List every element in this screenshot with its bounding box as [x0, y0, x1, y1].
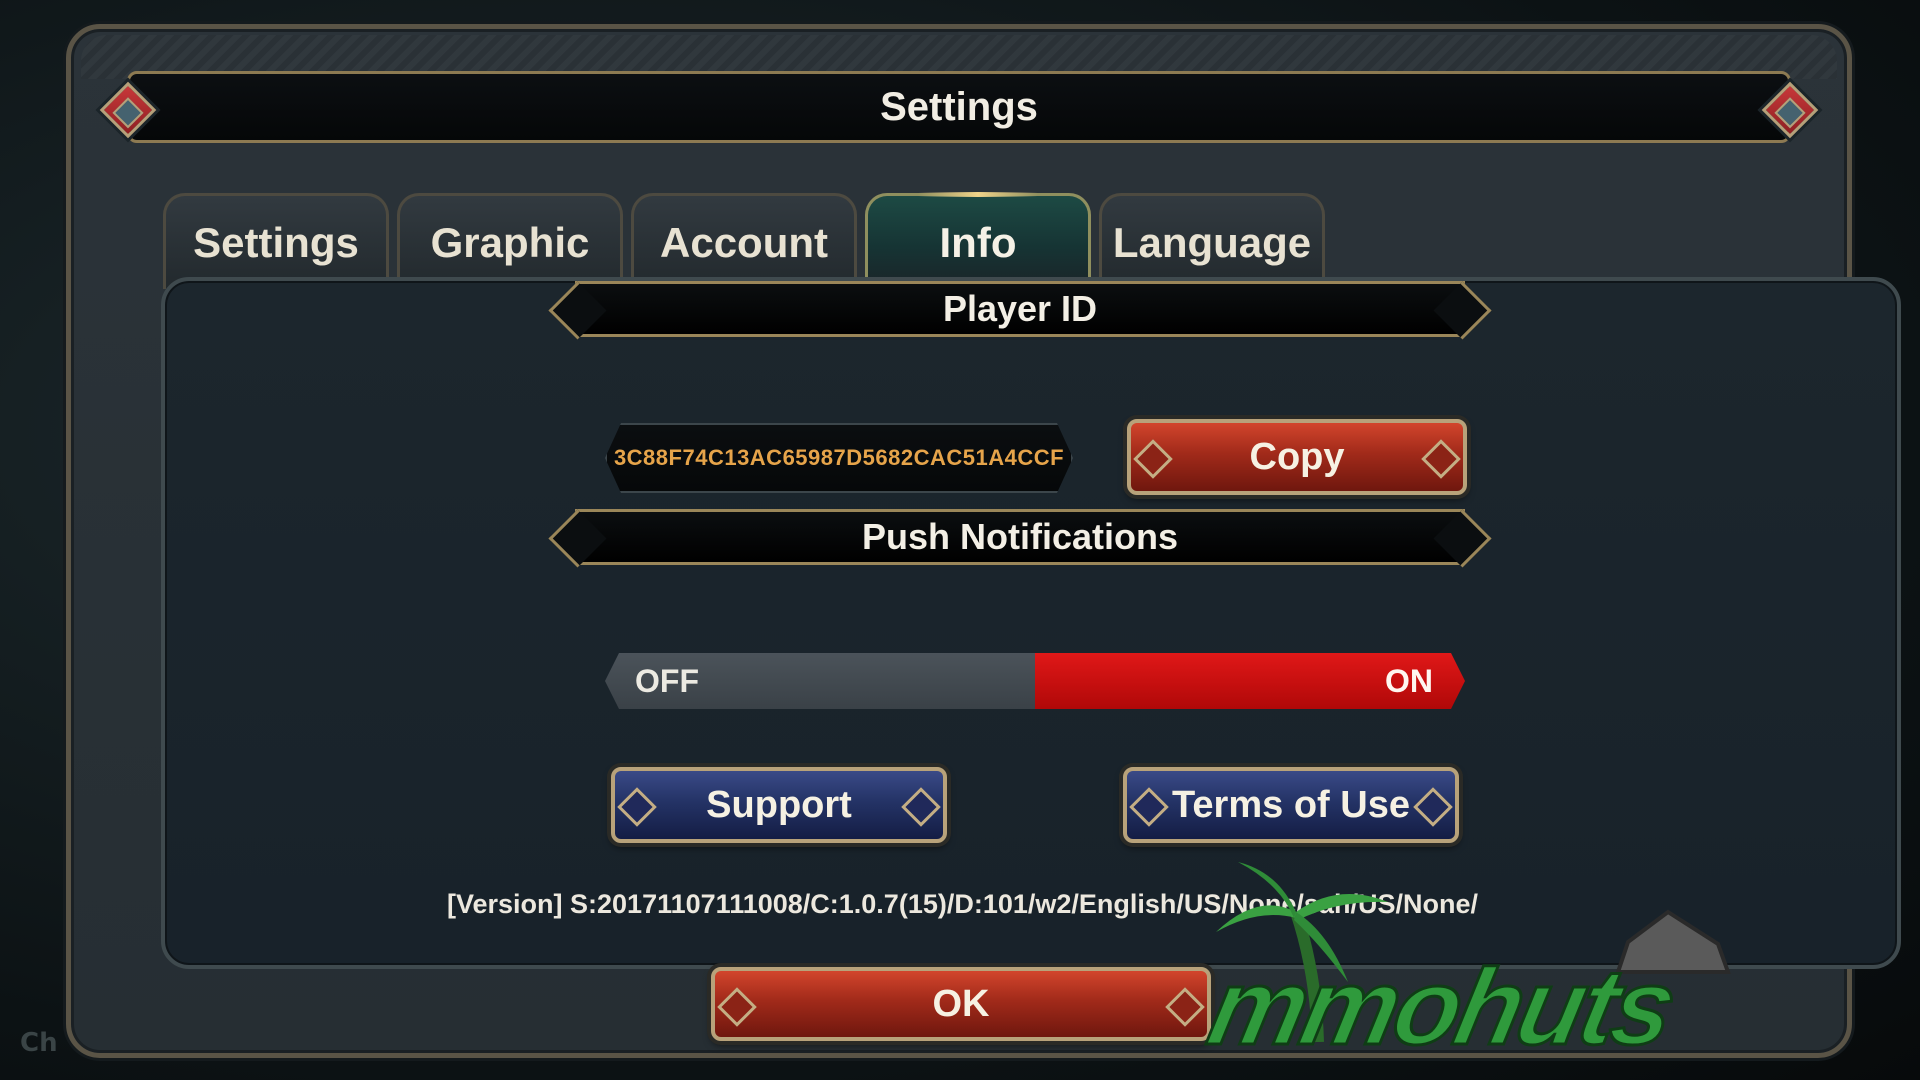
push-notifications-toggle[interactable]: OFF ON — [605, 653, 1465, 709]
support-button[interactable]: Support — [611, 767, 947, 843]
player-id-header: Player ID — [575, 281, 1465, 337]
background-partial-text: Ch — [20, 1028, 58, 1058]
player-id-value: 3C88F74C13AC65987D5682CAC51A4CCF — [605, 423, 1073, 493]
tab-language[interactable]: Language — [1099, 193, 1325, 289]
tab-account[interactable]: Account — [631, 193, 857, 289]
watermark-logo: mmohuts — [1198, 862, 1898, 1069]
copy-button[interactable]: Copy — [1127, 419, 1467, 495]
diamond-ornament-icon — [99, 81, 157, 139]
watermark-text: mmohuts — [1198, 945, 1685, 1069]
tab-bar: Settings Graphic Account Info Language — [163, 171, 1325, 289]
toggle-on-label[interactable]: ON — [1035, 653, 1465, 709]
toggle-off-label[interactable]: OFF — [605, 653, 1035, 709]
dialog-title-bar: Settings — [99, 71, 1819, 143]
push-notifications-header: Push Notifications — [575, 509, 1465, 565]
tab-info[interactable]: Info — [865, 192, 1091, 289]
dialog-title: Settings — [880, 84, 1038, 129]
diamond-ornament-icon — [1761, 81, 1819, 139]
tab-graphic[interactable]: Graphic — [397, 193, 623, 289]
ok-button[interactable]: OK — [711, 967, 1211, 1041]
tab-settings[interactable]: Settings — [163, 193, 389, 289]
terms-of-use-button[interactable]: Terms of Use — [1123, 767, 1459, 843]
